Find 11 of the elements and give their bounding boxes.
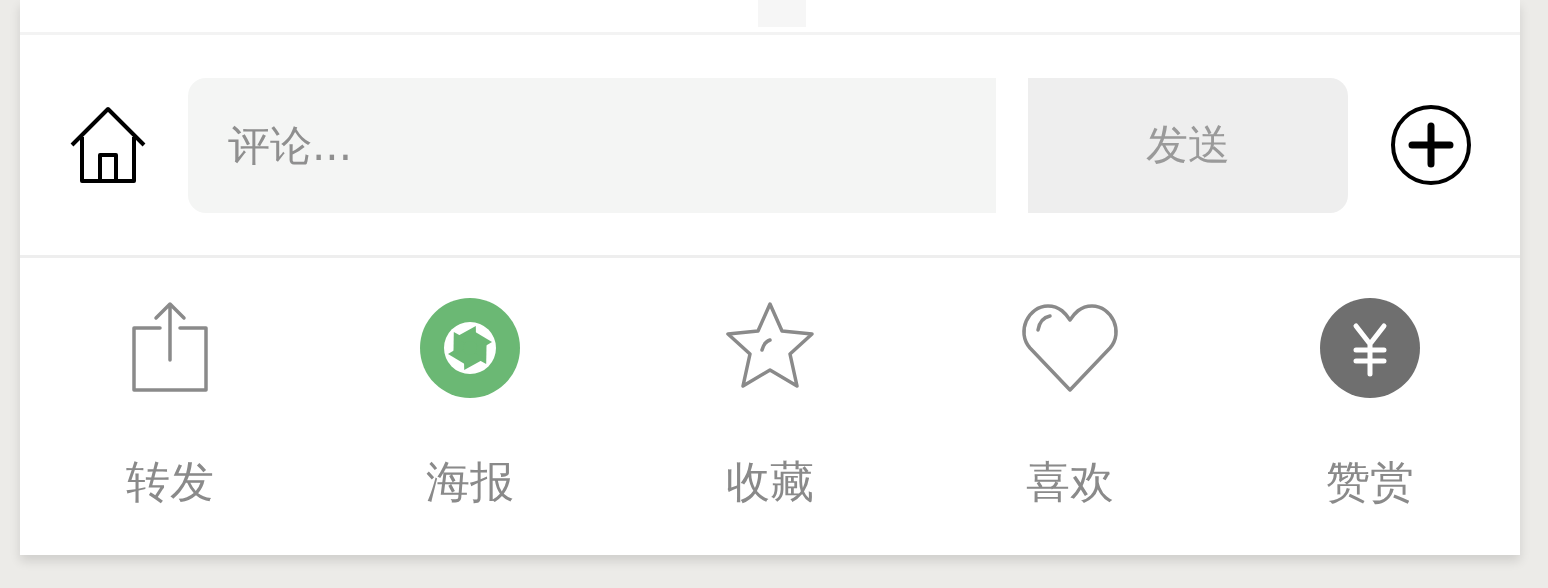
send-button[interactable]: 发送 [1028,77,1348,213]
comment-field[interactable]: 评论... [188,77,996,213]
home-icon[interactable] [68,105,148,185]
action-label[interactable]: 喜欢 [1026,458,1114,507]
action-label[interactable]: 转发 [126,458,214,507]
action-label[interactable]: 赞赏 [1326,458,1414,507]
add-icon[interactable] [1390,104,1472,186]
action-label[interactable]: 收藏 [726,458,814,507]
action-label[interactable]: 海报 [426,458,514,507]
yen-coin-icon [1320,298,1420,398]
aperture-icon [420,298,520,398]
